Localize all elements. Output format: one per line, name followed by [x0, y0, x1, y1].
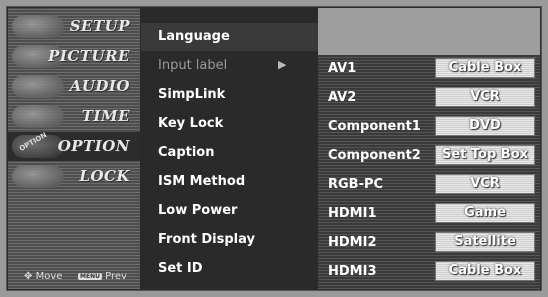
menu-item-language[interactable]: Language	[141, 23, 318, 51]
input-label-value[interactable]: VCR	[435, 174, 535, 194]
main-menu-nav: SETUP PICTURE AUDIO TIME OPTION OPTION L…	[8, 8, 140, 289]
menu-item-label: Caption	[158, 145, 215, 160]
menu-item-label: SimpLink	[158, 87, 226, 102]
menu-item-label: Low Power	[158, 203, 238, 218]
input-row-hdmi1[interactable]: HDMI1 Game	[318, 200, 540, 228]
menu-item-label: ISM Method	[158, 174, 246, 189]
setup-icon	[12, 15, 64, 38]
nav-item-setup[interactable]: SETUP	[8, 12, 140, 41]
input-label-submenu: AV1 Cable Box AV2 VCR Component1 DVD Com…	[318, 8, 540, 289]
move-label: Move	[35, 271, 63, 282]
input-name: Component1	[328, 119, 421, 134]
nav-item-picture[interactable]: PICTURE	[8, 42, 140, 71]
input-name: HDMI2	[328, 235, 377, 250]
input-label-value[interactable]: Set Top Box	[435, 145, 535, 165]
menu-item-caption[interactable]: Caption	[141, 139, 318, 167]
input-label-value[interactable]: Cable Box	[435, 58, 535, 78]
input-row-hdmi2[interactable]: HDMI2 Satellite	[318, 229, 540, 257]
input-row-av2[interactable]: AV2 VCR	[318, 84, 540, 112]
menu-item-label: Set ID	[158, 261, 203, 276]
nav-item-time[interactable]: TIME	[8, 102, 140, 131]
nav-item-label: SETUP	[69, 17, 130, 35]
input-name: AV2	[328, 90, 357, 105]
nav-item-lock[interactable]: LOCK	[8, 162, 140, 191]
menu-item-key-lock[interactable]: Key Lock	[141, 110, 318, 138]
option-menu: Language Input label ▶ SimpLink Key Lock…	[141, 8, 318, 289]
right-arrow-icon: ▶	[278, 58, 287, 71]
audio-icon	[12, 75, 64, 98]
input-row-hdmi3[interactable]: HDMI3 Cable Box	[318, 258, 540, 286]
prev-hint: MENU Prev	[78, 271, 148, 282]
dpad-icon: ✥	[24, 271, 33, 282]
menu-item-simplink[interactable]: SimpLink	[141, 81, 318, 109]
input-label-value[interactable]: Cable Box	[435, 261, 535, 281]
lock-icon	[12, 165, 64, 188]
input-row-av1[interactable]: AV1 Cable Box	[318, 55, 540, 83]
input-name: AV1	[328, 61, 357, 76]
menu-item-input-label[interactable]: Input label ▶	[141, 52, 318, 80]
nav-item-label: PICTURE	[48, 47, 130, 65]
nav-item-label: LOCK	[79, 167, 130, 185]
menu-key-icon: MENU	[78, 272, 102, 280]
nav-item-label: OPTION	[57, 137, 130, 155]
time-icon	[12, 105, 64, 128]
input-row-rgb-pc[interactable]: RGB-PC VCR	[318, 171, 540, 199]
move-hint: ✥ Move	[24, 271, 84, 282]
input-label-value[interactable]: DVD	[435, 116, 535, 136]
menu-item-low-power[interactable]: Low Power	[141, 197, 318, 225]
input-label-value[interactable]: VCR	[435, 87, 535, 107]
input-label-value[interactable]: Game	[435, 203, 535, 223]
nav-item-label: TIME	[81, 107, 130, 125]
menu-item-label: Key Lock	[158, 116, 224, 131]
input-name: HDMI3	[328, 264, 377, 279]
menu-item-front-display[interactable]: Front Display	[141, 226, 318, 254]
nav-item-audio[interactable]: AUDIO	[8, 72, 140, 101]
menu-item-label: Input label	[158, 58, 228, 73]
input-label-value[interactable]: Satellite	[435, 232, 535, 252]
prev-label: Prev	[105, 271, 127, 282]
input-name: HDMI1	[328, 206, 377, 221]
input-name: RGB-PC	[328, 177, 384, 192]
menu-item-label: Language	[158, 29, 230, 44]
menu-item-label: Front Display	[158, 232, 255, 247]
input-row-component1[interactable]: Component1 DVD	[318, 113, 540, 141]
nav-item-label: AUDIO	[69, 77, 130, 95]
submenu-header	[318, 8, 540, 55]
input-row-component2[interactable]: Component2 Set Top Box	[318, 142, 540, 170]
nav-item-option[interactable]: OPTION OPTION	[8, 131, 140, 161]
input-name: Component2	[328, 148, 421, 163]
tv-osd-screen: SETUP PICTURE AUDIO TIME OPTION OPTION L…	[0, 0, 548, 297]
menu-item-ism-method[interactable]: ISM Method	[141, 168, 318, 196]
menu-item-set-id[interactable]: Set ID	[141, 255, 318, 283]
